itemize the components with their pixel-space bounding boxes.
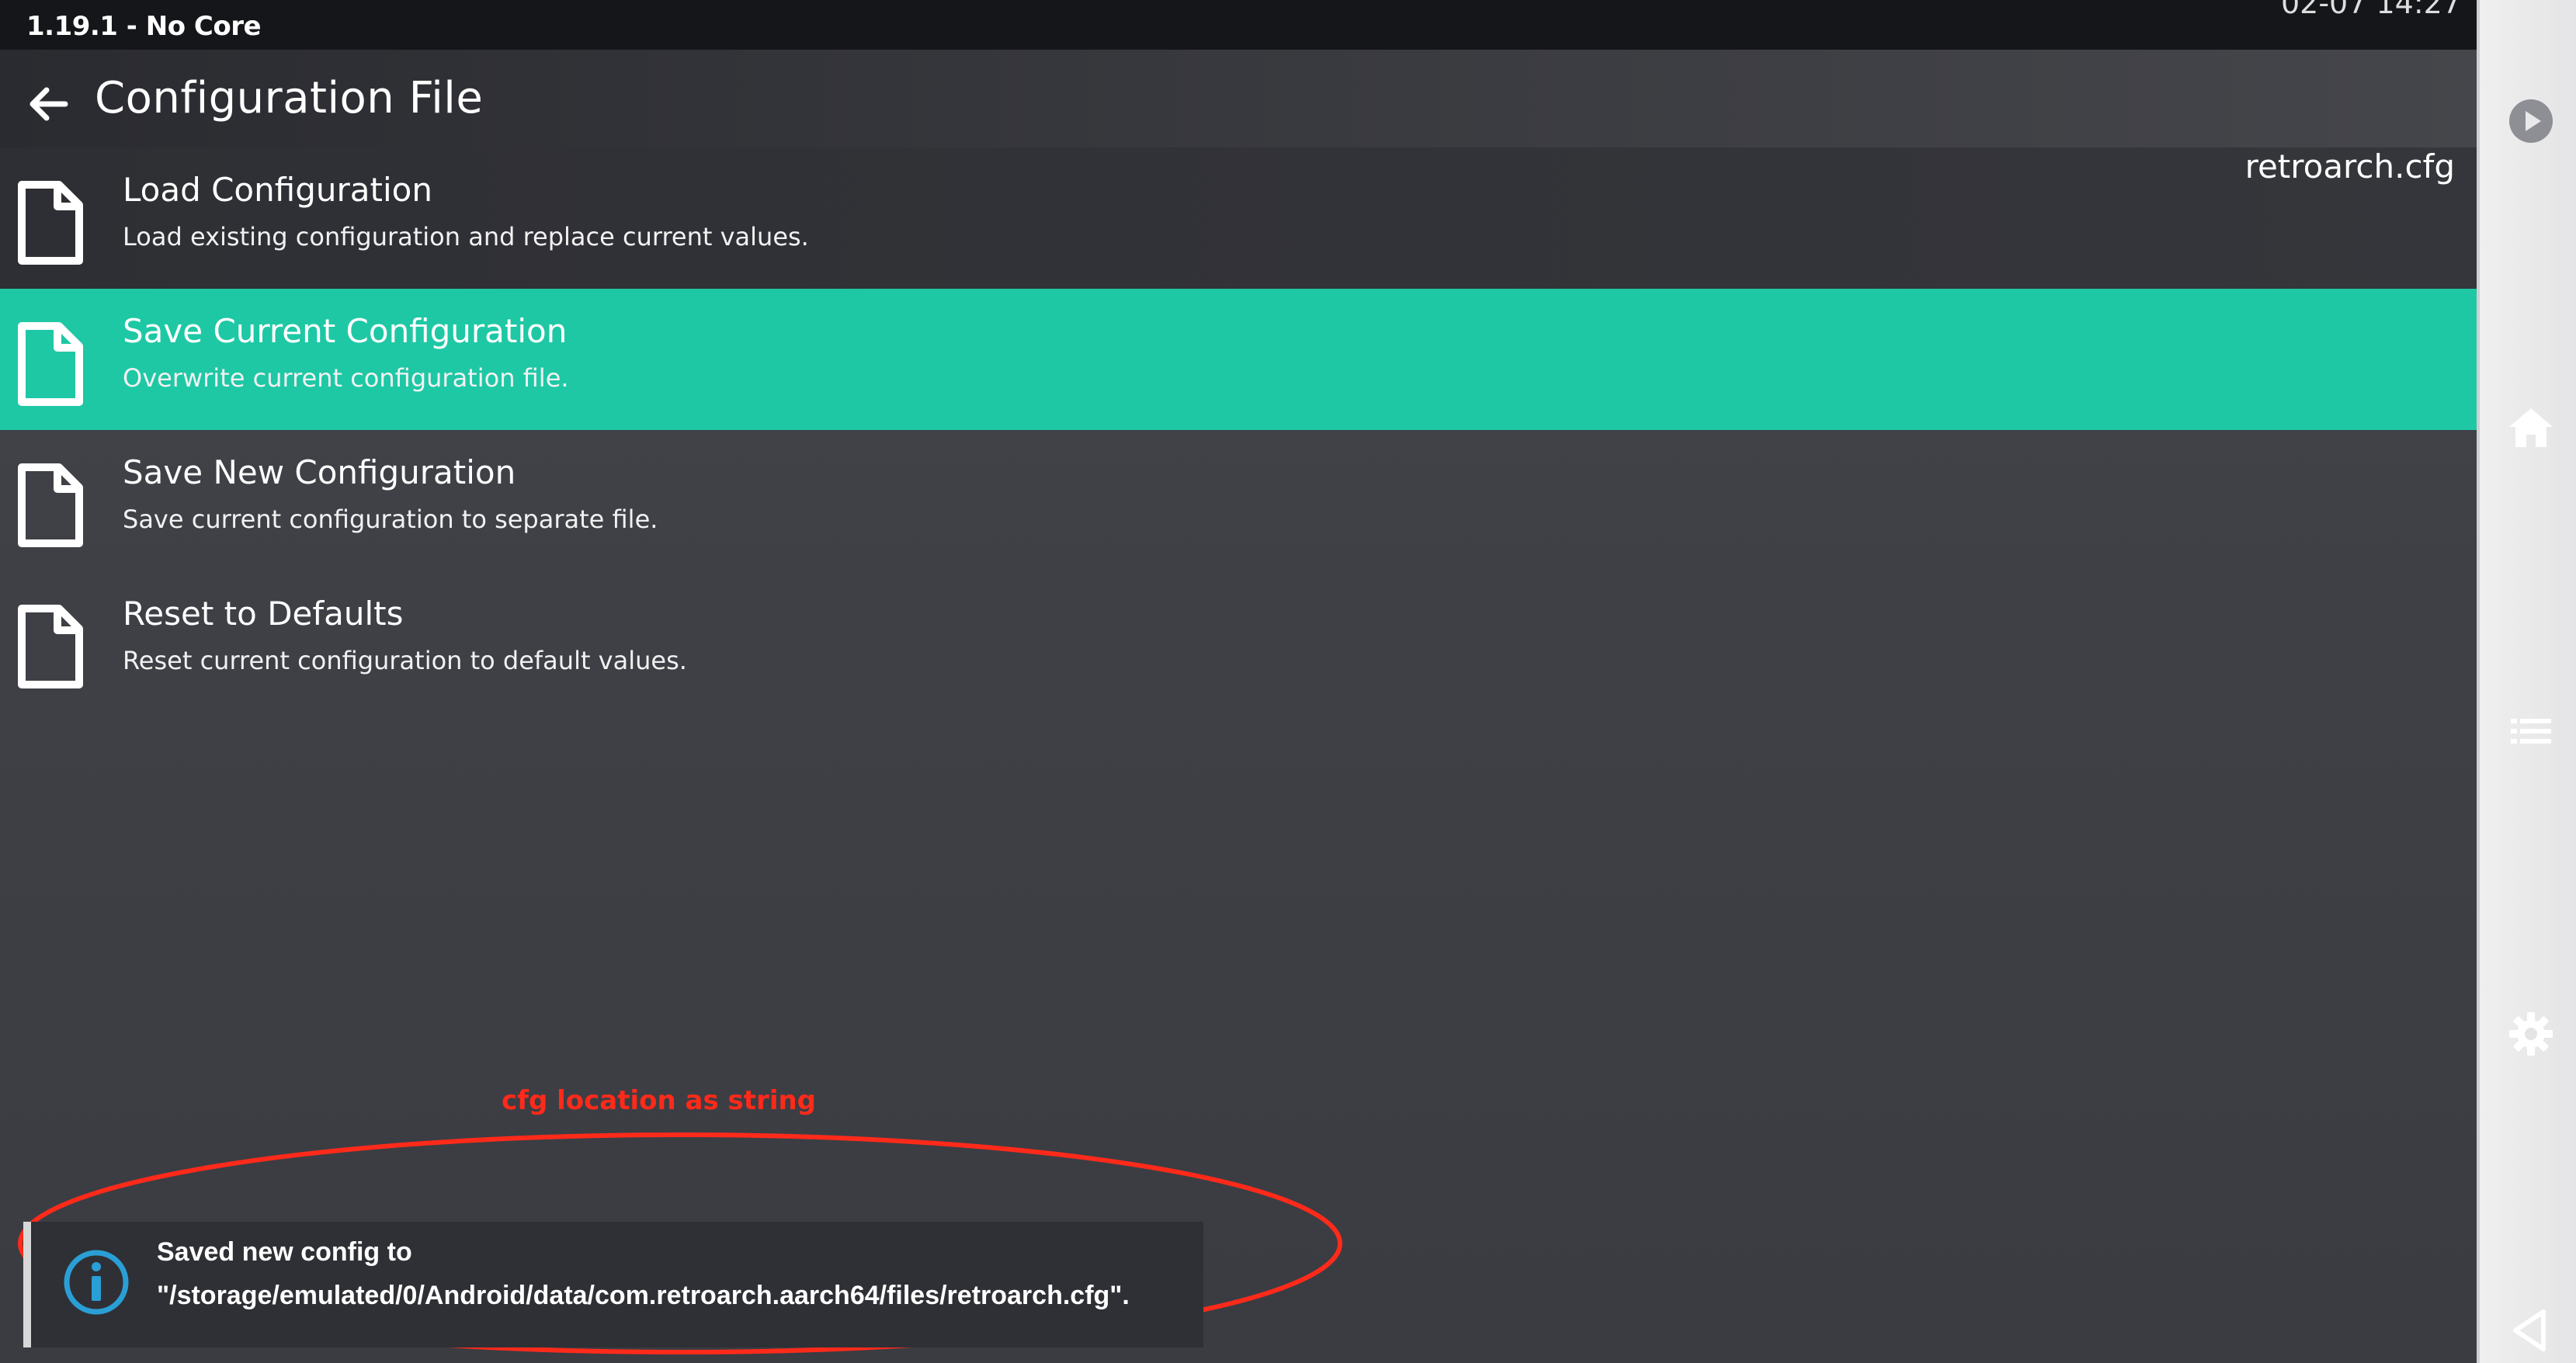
title-bar: Configuration File [0, 50, 2492, 150]
menu-item-description: Reset current configuration to default v… [123, 646, 687, 675]
menu-item-title: Reset to Defaults [123, 595, 404, 633]
menu-item-title: Save Current Configuration [123, 312, 568, 350]
toast-message-path: "/storage/emulated/0/Android/data/com.re… [157, 1281, 1130, 1310]
status-bar: 1.19.1 - No Core 02-07 14:27 [0, 0, 2492, 50]
play-icon[interactable] [2506, 96, 2556, 146]
menu-list: Load Configuration Load existing configu… [0, 147, 2486, 713]
menu-item-description: Save current configuration to separate f… [123, 505, 658, 534]
clock-label: 02-07 14:27 [2280, 0, 2461, 20]
menu-item-reset-to-defaults[interactable]: Reset to Defaults Reset current configur… [0, 571, 2486, 713]
menu-item-title: Save New Configuration [123, 453, 516, 491]
file-icon [18, 605, 83, 688]
info-icon [64, 1250, 129, 1315]
annotation-label: cfg location as string [502, 1085, 817, 1116]
side-navigation [2477, 0, 2576, 1363]
back-triangle-icon[interactable] [2506, 1306, 2556, 1355]
menu-item-save-new-configuration[interactable]: Save New Configuration Save current conf… [0, 430, 2486, 571]
page-title: Configuration File [95, 73, 484, 123]
file-icon [18, 463, 83, 547]
version-label: 1.19.1 - No Core [26, 11, 262, 42]
retroarch-screen: 1.19.1 - No Core 02-07 14:27 Configurati… [0, 0, 2576, 1363]
menu-item-description: Load existing configuration and replace … [123, 222, 809, 251]
menu-item-load-configuration[interactable]: Load Configuration Load existing configu… [0, 147, 2486, 289]
toast-message-line1: Saved new config to [157, 1237, 412, 1267]
menu-item-title: Load Configuration [123, 171, 432, 209]
list-icon[interactable] [2506, 706, 2556, 756]
gear-icon[interactable] [2506, 1009, 2556, 1059]
file-icon [18, 322, 83, 406]
back-arrow-icon[interactable] [25, 81, 71, 127]
home-icon[interactable] [2506, 402, 2556, 452]
menu-item-value: retroarch.cfg [2244, 147, 2455, 186]
menu-item-description: Overwrite current configuration file. [123, 363, 569, 393]
menu-item-save-current-configuration[interactable]: Save Current Configuration Overwrite cur… [0, 289, 2486, 430]
file-icon [18, 181, 83, 265]
toast-notification: Saved new config to "/storage/emulated/0… [23, 1222, 1203, 1347]
